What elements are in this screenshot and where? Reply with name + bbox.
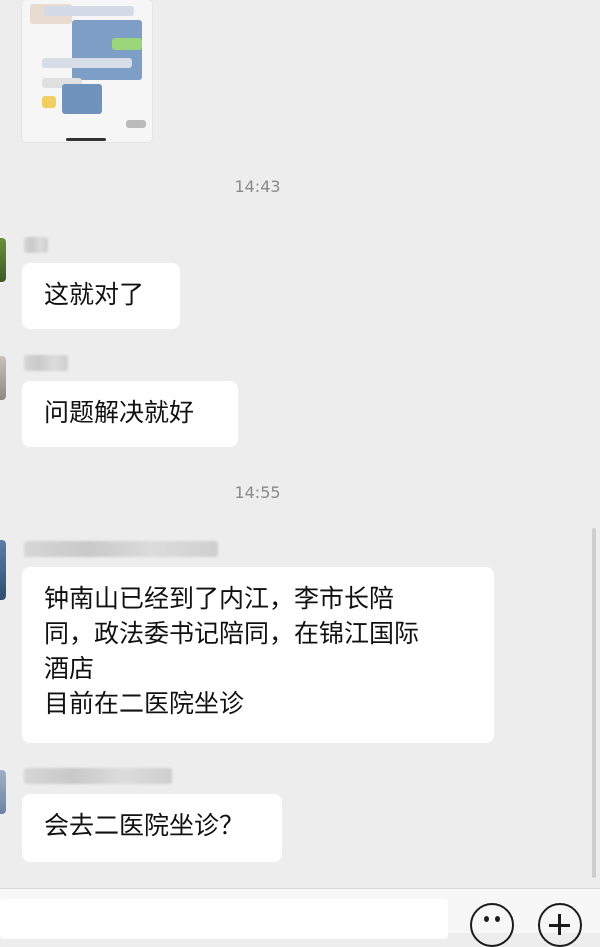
message-bubble[interactable]: 钟南山已经到了内江，李市长陪 同，政法委书记陪同，在锦江国际 酒店 目前在二医院… <box>22 567 494 743</box>
message-text: 这就对了 <box>44 280 145 309</box>
input-bar <box>0 888 600 947</box>
avatar[interactable] <box>0 238 6 282</box>
emoji-eye-right <box>495 916 500 922</box>
chat-area[interactable]: 14:43 这就对了 问题解决就好 14:55 钟南山已经到了内江，李市长陪 同… <box>0 0 600 888</box>
emoji-eye-left <box>484 916 489 922</box>
timestamp: 14:43 <box>234 177 281 196</box>
sender-name <box>24 541 218 557</box>
plus-icon[interactable] <box>538 903 582 947</box>
sender-name <box>24 768 172 784</box>
scrollbar[interactable] <box>592 528 596 878</box>
message-text: 钟南山已经到了内江，李市长陪 同，政法委书记陪同，在锦江国际 酒店 目前在二医院… <box>44 584 420 718</box>
avatar[interactable] <box>0 540 6 600</box>
message-bubble[interactable]: 问题解决就好 <box>22 381 238 447</box>
avatar[interactable] <box>0 770 6 814</box>
message-bubble[interactable]: 这就对了 <box>22 263 180 329</box>
shared-image-message[interactable] <box>22 0 152 142</box>
message-input[interactable] <box>0 899 448 939</box>
timestamp: 14:55 <box>234 483 281 502</box>
message-text: 会去二医院坐诊？ <box>44 811 245 840</box>
avatar[interactable] <box>0 356 6 400</box>
sender-name <box>24 355 68 371</box>
message-text: 问题解决就好 <box>44 398 195 427</box>
sender-name <box>24 237 48 253</box>
message-bubble[interactable]: 会去二医院坐诊？ <box>22 794 282 862</box>
emoji-icon[interactable] <box>470 903 514 947</box>
